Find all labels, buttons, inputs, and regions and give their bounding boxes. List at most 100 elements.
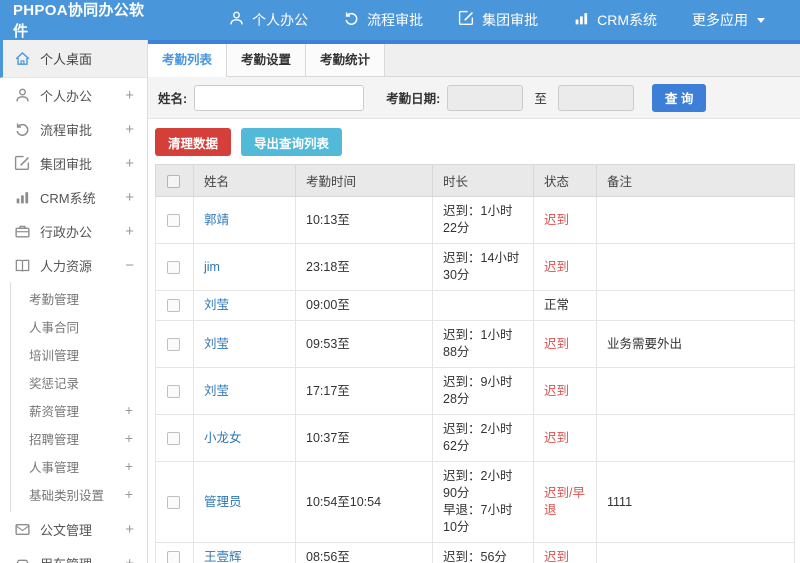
cell-name[interactable]: 刘莹: [193, 320, 296, 368]
sidebar: 个人桌面 个人办公 + 流程审批 + 集团审批 + CRM系统 + 行政办公 +…: [0, 40, 148, 563]
expand-plus-icon[interactable]: +: [125, 403, 133, 417]
tab-attendance-stats[interactable]: 考勤统计: [306, 44, 385, 76]
sidebar-item-admin-office[interactable]: 行政办公 +: [0, 214, 147, 248]
table-row: 刘莹 17:17至 迟到：9小时28分 迟到: [155, 367, 795, 415]
sidebar-subitem-label: 奖惩记录: [29, 376, 80, 391]
date-to-input[interactable]: [557, 84, 634, 111]
sidebar-item-personal-office[interactable]: 个人办公 +: [0, 78, 147, 112]
to-label: 至: [534, 92, 547, 106]
date-from-input[interactable]: [447, 84, 524, 111]
expand-plus-icon[interactable]: +: [125, 88, 134, 103]
topnav-label: 个人办公: [252, 12, 309, 28]
row-checkbox[interactable]: [167, 337, 180, 351]
clear-data-button[interactable]: 清理数据: [155, 128, 232, 156]
sidebar-subitem-personnel-mgmt[interactable]: 人事管理 +: [11, 452, 147, 480]
main-content: 考勤列表 考勤设置 考勤统计 姓名: 考勤日期: 至 查 询 清理数据 导出查询…: [148, 40, 800, 563]
person-icon: [228, 10, 245, 30]
cell-status: 迟到: [533, 320, 597, 368]
topnav-group-approval[interactable]: 集团审批: [458, 10, 538, 30]
row-checkbox[interactable]: [167, 431, 180, 445]
sidebar-item-group-approval[interactable]: 集团审批 +: [0, 146, 147, 180]
row-checkbox[interactable]: [167, 213, 180, 227]
expand-plus-icon[interactable]: +: [125, 431, 133, 445]
sidebar-item-workflow-approval[interactable]: 流程审批 +: [0, 112, 147, 146]
edit-icon: [458, 10, 475, 30]
cell-time: 08:56至: [295, 542, 433, 563]
topnav-personal-office[interactable]: 个人办公: [228, 10, 308, 30]
row-checkbox[interactable]: [167, 551, 180, 563]
cell-status: 正常: [533, 290, 597, 321]
topnav-workflow-approval[interactable]: 流程审批: [343, 10, 423, 30]
topnav-more-apps[interactable]: 更多应用: [692, 10, 765, 30]
cell-name[interactable]: jim: [193, 243, 296, 291]
cell-name[interactable]: 郭靖: [193, 196, 296, 244]
expand-plus-icon[interactable]: +: [125, 122, 134, 137]
sidebar-subitem-hr-contract[interactable]: 人事合同: [11, 312, 147, 340]
cell-time: 10:13至: [295, 196, 433, 244]
expand-plus-icon[interactable]: +: [125, 190, 134, 205]
row-checkbox[interactable]: [167, 384, 180, 398]
expand-plus-icon[interactable]: +: [125, 224, 134, 239]
expand-plus-icon[interactable]: +: [125, 487, 133, 501]
expand-plus-icon[interactable]: +: [125, 556, 134, 563]
name-input[interactable]: [194, 84, 365, 111]
expand-plus-icon[interactable]: +: [125, 156, 134, 171]
sidebar-subitem-label: 薪资管理: [29, 404, 80, 419]
select-all-checkbox[interactable]: [167, 174, 180, 188]
book-icon: [14, 257, 31, 274]
workflow-icon: [343, 10, 360, 30]
tab-bar: 考勤列表 考勤设置 考勤统计: [148, 44, 800, 77]
sidebar-item-personal-desktop[interactable]: 个人桌面: [0, 40, 147, 78]
edit-icon: [14, 155, 31, 172]
sidebar-subitem-label: 基础类别设置: [29, 488, 105, 503]
cell-name[interactable]: 刘莹: [193, 290, 296, 321]
person-icon: [14, 87, 31, 104]
topnav-crm-system[interactable]: CRM系统: [573, 10, 657, 30]
sidebar-subitem-base-category-settings[interactable]: 基础类别设置 +: [11, 480, 147, 508]
row-checkbox[interactable]: [167, 495, 180, 509]
sidebar-subitem-reward-records[interactable]: 奖惩记录: [11, 368, 147, 396]
chart-icon: [573, 10, 590, 30]
sidebar-subitem-salary-mgmt[interactable]: 薪资管理 +: [11, 396, 147, 424]
home-icon: [14, 50, 31, 67]
sidebar-item-label: CRM系统: [40, 190, 96, 206]
app-logo: PHPOA协同办公软件: [13, 2, 145, 40]
sidebar-subitem-label: 人事合同: [29, 320, 80, 335]
col-header-remark: 备注: [596, 164, 795, 197]
row-checkbox[interactable]: [167, 299, 180, 313]
cell-status: 迟到: [533, 243, 597, 291]
cell-name[interactable]: 小龙女: [193, 414, 296, 462]
cell-time: 09:00至: [295, 290, 433, 321]
expand-plus-icon[interactable]: +: [125, 459, 133, 473]
sidebar-item-human-resources[interactable]: 人力资源 −: [0, 248, 147, 282]
sidebar-subitem-training-mgmt[interactable]: 培训管理: [11, 340, 147, 368]
collapse-minus-icon[interactable]: −: [125, 258, 134, 273]
sidebar-subitem-recruit-mgmt[interactable]: 招聘管理 +: [11, 424, 147, 452]
cell-duration: 迟到：56分: [432, 542, 534, 563]
cell-remark: 业务需要外出: [596, 320, 795, 368]
expand-plus-icon[interactable]: +: [125, 522, 134, 537]
topnav-label: 集团审批: [482, 12, 539, 28]
tab-attendance-settings[interactable]: 考勤设置: [227, 44, 306, 76]
sidebar-item-document-mgmt[interactable]: 公文管理 +: [0, 512, 147, 546]
topnav-label: CRM系统: [597, 12, 657, 28]
cell-remark: [596, 196, 795, 244]
cell-name[interactable]: 管理员: [193, 461, 296, 543]
cell-name[interactable]: 刘莹: [193, 367, 296, 415]
cell-duration: 迟到：1小时22分: [432, 196, 534, 244]
sidebar-subitem-label: 人事管理: [29, 460, 80, 475]
sidebar-item-label: 流程审批: [40, 122, 93, 138]
row-checkbox[interactable]: [167, 260, 180, 274]
cell-name[interactable]: 王壹辉: [193, 542, 296, 563]
table-row: 小龙女 10:37至 迟到：2小时62分 迟到: [155, 414, 795, 462]
sidebar-subitem-label: 考勤管理: [29, 292, 80, 307]
tab-attendance-list[interactable]: 考勤列表: [148, 44, 227, 77]
sidebar-item-crm-system[interactable]: CRM系统 +: [0, 180, 147, 214]
export-list-button[interactable]: 导出查询列表: [241, 128, 343, 156]
query-button[interactable]: 查 询: [651, 83, 707, 112]
top-bar: PHPOA协同办公软件 个人办公 流程审批 集团审批 CRM系统 更多应用: [0, 0, 800, 40]
sidebar-subitem-label: 招聘管理: [29, 432, 80, 447]
sidebar-subitem-attendance-mgmt[interactable]: 考勤管理: [11, 284, 147, 312]
sidebar-item-vehicle-mgmt[interactable]: 用车管理 +: [0, 546, 147, 563]
col-header-name: 姓名: [193, 164, 296, 197]
